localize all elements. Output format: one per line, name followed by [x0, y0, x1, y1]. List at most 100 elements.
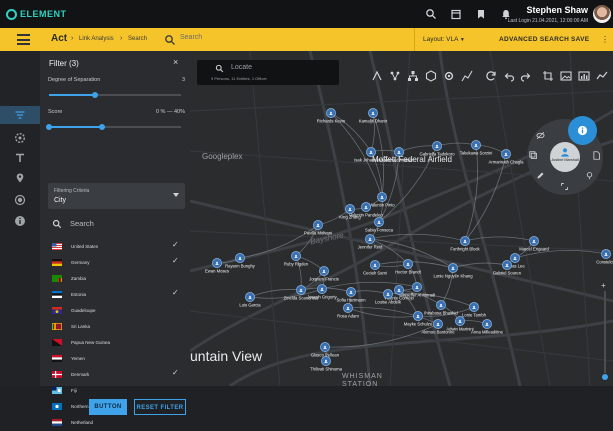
locate-input[interactable]: Locate 9 Persons, 11 Entities, 1 Officer	[197, 60, 339, 85]
list-item[interactable]: Germany ✓	[48, 255, 185, 271]
list-item[interactable]: Papua New Guinea	[48, 335, 185, 351]
graph-node[interactable]: Constelcio	[596, 249, 613, 265]
copy-icon[interactable]	[529, 151, 538, 160]
menu-icon[interactable]	[17, 34, 30, 45]
undo-icon[interactable]	[503, 70, 515, 82]
gear-icon[interactable]	[14, 132, 26, 144]
hierarchy-tool-icon[interactable]	[407, 70, 419, 82]
score-max-handle[interactable]	[98, 124, 105, 130]
hexagon-tool-icon[interactable]	[425, 70, 437, 82]
search-icon[interactable]	[164, 33, 176, 45]
zoom-slider-handle[interactable]	[602, 374, 608, 380]
node-label: Adwin Marinini	[446, 327, 473, 332]
score-value: 0 % — 40%	[155, 109, 185, 115]
graph-node[interactable]: Richards Kevin	[317, 108, 346, 124]
list-item[interactable]: Zambia	[48, 271, 185, 287]
map-canvas[interactable]: Richards Kevin Kamaljit Dhanir Isak Johann…	[190, 51, 613, 386]
search-icon[interactable]	[425, 8, 437, 20]
scatter-tool-icon[interactable]	[461, 70, 473, 82]
more-options-icon[interactable]: ⋮	[601, 35, 609, 44]
document-icon[interactable]	[592, 151, 601, 160]
list-item[interactable]: Netherland	[48, 415, 185, 431]
degree-slider-handle[interactable]	[92, 92, 99, 98]
check-icon[interactable]: ✓	[172, 240, 179, 249]
list-item[interactable]: Denmark ✓	[48, 367, 185, 383]
graph-edge	[350, 290, 389, 295]
layout-tool-icon[interactable]	[371, 70, 383, 82]
list-item[interactable]: Estonia ✓	[48, 287, 185, 303]
graph-node[interactable]: Sabia Fonseca	[365, 217, 394, 233]
graph-node[interactable]: Luis Garcia	[239, 292, 261, 308]
filter-icon[interactable]	[14, 109, 26, 121]
flag-papua-new-guinea-icon	[52, 339, 62, 346]
node-label: Jennifer Reid	[358, 245, 383, 250]
graph-node[interactable]: Armarinath Chagla	[489, 149, 525, 165]
filter-panel: Filter (3) × Degree of Separation 3 Scor…	[40, 51, 190, 426]
radial-menu[interactable]: Justine Marshall	[527, 116, 603, 195]
radial-center[interactable]: Justine Marshall	[550, 142, 580, 172]
edit-icon[interactable]	[536, 171, 545, 180]
node-label: Marcel Engaard	[519, 247, 549, 252]
top-icons	[425, 8, 512, 20]
check-icon[interactable]: ✓	[172, 288, 179, 297]
advanced-search-button[interactable]: ADVANCED SEARCH	[499, 36, 569, 43]
country-search-input[interactable]: Search	[48, 217, 185, 231]
calendar-icon[interactable]	[450, 8, 462, 20]
map-label-mountain-view: untain View	[190, 348, 263, 364]
chart-icon[interactable]	[578, 70, 590, 82]
graph-node[interactable]: Anna Milleaditine	[471, 319, 504, 335]
graph-node[interactable]: Ceciah Sami	[363, 260, 387, 276]
reset-filter-button[interactable]: RESET FILTER	[134, 399, 186, 415]
refresh-icon[interactable]	[485, 70, 497, 82]
pin-icon[interactable]	[585, 171, 594, 180]
hide-icon[interactable]	[536, 131, 545, 140]
list-item[interactable]: Guadeloupe	[48, 303, 185, 319]
network-tool-icon[interactable]	[389, 70, 401, 82]
graph-node[interactable]: Thilivati Shinuma	[310, 356, 343, 372]
check-icon[interactable]: ✓	[172, 368, 179, 377]
crop-icon[interactable]	[542, 70, 554, 82]
location-pin-icon[interactable]	[14, 172, 26, 184]
search-icon	[215, 64, 224, 73]
zoom-track	[604, 291, 606, 373]
layout-select[interactable]: Layout: VLA ▼	[423, 36, 465, 43]
node-label: Thilivati Shinuma	[310, 367, 343, 372]
breadcrumb-link-analysis[interactable]: Link Analysis	[79, 36, 114, 42]
graph-node[interactable]: Zinelda Scandross	[284, 285, 319, 301]
graph-node[interactable]: Adwin Marinini	[446, 316, 474, 332]
image-icon[interactable]	[560, 70, 572, 82]
avatar[interactable]	[593, 5, 611, 23]
apply-button[interactable]: BUTTON	[89, 399, 127, 415]
save-button[interactable]: SAVE	[571, 36, 589, 43]
redo-icon[interactable]	[520, 70, 532, 82]
last-login: Last Login 21.04.2021, 12:00:00 AM	[507, 18, 588, 24]
node-label: Zinelda Scandross	[284, 296, 319, 301]
text-icon[interactable]	[14, 152, 26, 164]
score-fill	[49, 126, 102, 128]
node-label: Ewan Moses	[205, 269, 229, 274]
list-item[interactable]: Sri Lanka	[48, 319, 185, 335]
trend-icon[interactable]	[596, 70, 608, 82]
radial-info-sector[interactable]	[568, 116, 597, 145]
list-item[interactable]: Yemen	[48, 351, 185, 367]
expand-icon[interactable]	[560, 182, 569, 191]
zoom-in-icon[interactable]: +	[601, 281, 606, 290]
close-icon[interactable]: ×	[173, 57, 178, 67]
score-min-handle[interactable]	[46, 124, 52, 130]
element-logo-icon	[6, 8, 17, 20]
list-item[interactable]: Fiji	[48, 383, 185, 399]
act-search-input[interactable]: Search	[180, 34, 202, 41]
bookmark-icon[interactable]	[475, 8, 487, 20]
brand[interactable]: ELEMENT	[6, 8, 67, 20]
node-label: Takekawa Sorzini	[460, 151, 493, 156]
flag-denmark-icon	[52, 371, 62, 378]
info-icon[interactable]	[14, 215, 26, 227]
check-icon[interactable]: ✓	[172, 256, 179, 265]
list-item[interactable]: United States ✓	[48, 239, 185, 255]
breadcrumb-search[interactable]: Search	[128, 36, 147, 42]
criteria-value: City	[54, 197, 67, 204]
record-icon[interactable]	[14, 194, 26, 206]
filtering-criteria-select[interactable]: Filtering Criteria City	[48, 183, 185, 209]
graph-node[interactable]: Takekawa Sorzini	[460, 140, 493, 156]
grid-tool-icon[interactable]	[443, 70, 455, 82]
